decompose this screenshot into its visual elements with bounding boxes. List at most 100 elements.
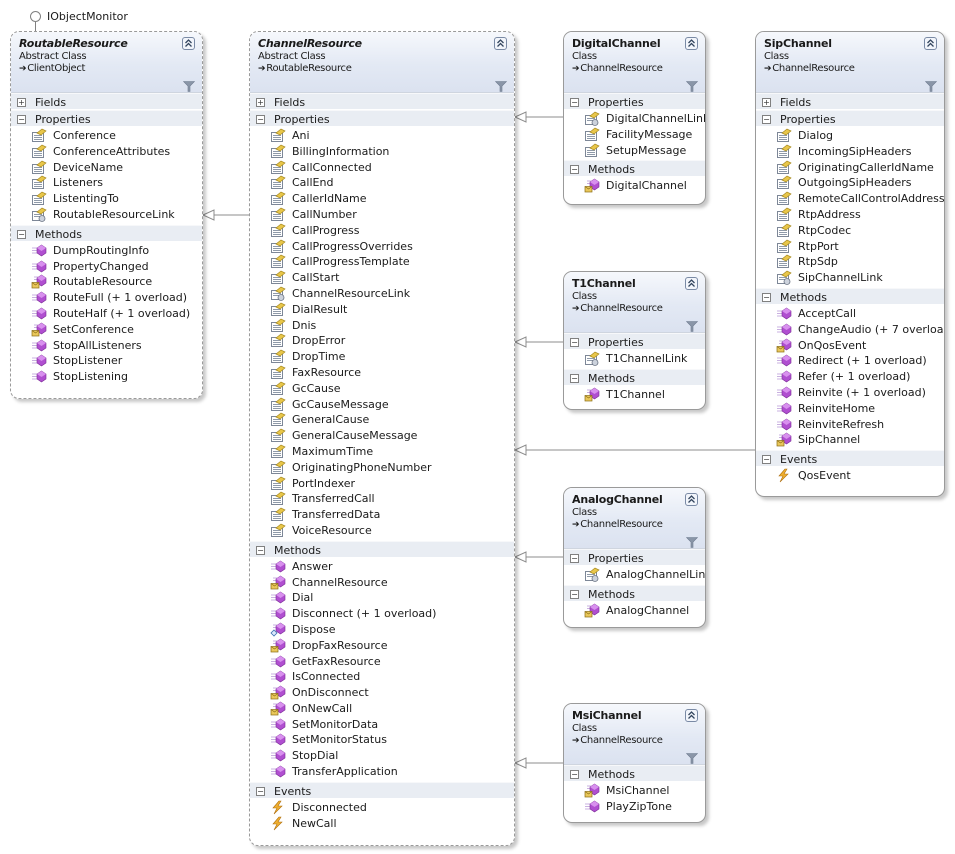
method-item[interactable]: SetConference [11,322,202,338]
propertie-item[interactable]: ConferenceAttributes [11,144,202,160]
method-item[interactable]: ChangeAudio (+ 7 overloa... [756,322,944,338]
propertie-item[interactable]: IncomingSipHeaders [756,144,944,160]
propertie-item[interactable]: ChannelResourceLink [250,286,514,302]
class-header[interactable]: T1Channel Class ➔ChannelResource [564,272,705,333]
method-item[interactable]: StopDial [250,748,514,764]
collapse-toggle-icon[interactable]: − [256,545,265,555]
collapse-class-button[interactable] [685,709,698,722]
propertie-item[interactable]: GeneralCauseMessage [250,428,514,444]
method-item[interactable]: PlayZipTone [564,799,705,815]
collapse-toggle-icon[interactable]: − [762,292,771,302]
propertie-item[interactable]: DropTime [250,349,514,365]
collapse-toggle-icon[interactable]: − [570,165,579,175]
collapse-toggle-icon[interactable]: − [17,229,26,239]
method-item[interactable]: DropFaxResource [250,638,514,654]
method-item[interactable]: AnalogChannel [564,603,705,619]
collapse-class-button[interactable] [924,37,937,50]
fields-section-header[interactable]: + Fields [250,93,514,110]
class-digital-channel[interactable]: DigitalChannel Class ➔ChannelResource − Prop… [563,31,706,205]
method-item[interactable]: T1Channel [564,387,705,403]
filter-icon[interactable] [685,749,699,764]
propertie-item[interactable]: RoutableResourceLink [11,207,202,223]
methods-section-header[interactable]: − Methods [564,765,705,782]
method-item[interactable]: ReinviteHome [756,401,944,417]
propertie-item[interactable]: OriginatingPhoneNumber [250,460,514,476]
filter-icon[interactable] [685,317,699,332]
method-item[interactable]: Dispose [250,622,514,638]
methods-section-header[interactable]: − Methods [564,368,705,386]
collapse-toggle-icon[interactable]: − [570,373,579,383]
collapse-toggle-icon[interactable]: − [17,115,26,124]
propertie-item[interactable]: Conference [11,128,202,144]
event-item[interactable]: QosEvent [756,468,944,484]
method-item[interactable]: Answer [250,559,514,575]
properties-section-header[interactable]: − Properties [564,93,705,110]
methods-section-header[interactable]: − Methods [564,160,705,178]
method-item[interactable]: SetMonitorStatus [250,732,514,748]
filter-icon[interactable] [685,77,699,92]
methods-section-header[interactable]: − Methods [564,584,705,602]
filter-icon[interactable] [685,533,699,548]
collapse-toggle-icon[interactable]: − [570,589,579,599]
method-item[interactable]: StopListening [11,369,202,385]
method-item[interactable]: Reinvite (+ 1 overload) [756,385,944,401]
methods-section-header[interactable]: − Methods [250,540,514,558]
properties-section-header[interactable]: − Properties [11,110,202,127]
collapse-toggle-icon[interactable]: − [570,770,579,779]
propertie-item[interactable]: CallProgress [250,223,514,239]
propertie-item[interactable]: SetupMessage [564,143,705,159]
propertie-item[interactable]: GeneralCause [250,412,514,428]
class-sip-channel[interactable]: SipChannel Class ➔ChannelResource + Fields − P… [755,31,945,497]
method-item[interactable]: TransferApplication [250,764,514,780]
fields-section-header[interactable]: + Fields [11,93,202,110]
collapse-class-button[interactable] [685,277,698,290]
event-item[interactable]: Disconnected [250,800,514,816]
properties-section-header[interactable]: − Properties [564,333,705,350]
method-item[interactable]: StopListener [11,353,202,369]
filter-icon[interactable] [494,77,508,92]
class-routable-resource[interactable]: RoutableResource Abstract Class ➔ClientObj… [10,31,203,399]
propertie-item[interactable]: FaxResource [250,365,514,381]
filter-icon[interactable] [182,77,196,92]
propertie-item[interactable]: DigitalChannelLink [564,111,705,127]
method-item[interactable]: RouteFull (+ 1 overload) [11,290,202,306]
class-channel-resource[interactable]: ChannelResource Abstract Class ➔RoutableRe… [249,31,515,846]
propertie-item[interactable]: GcCauseMessage [250,397,514,413]
propertie-item[interactable]: Listeners [11,175,202,191]
method-item[interactable]: RoutableResource [11,274,202,290]
method-item[interactable]: SipChannel [756,432,944,448]
methods-section-header[interactable]: − Methods [756,287,944,305]
propertie-item[interactable]: OutgoingSipHeaders [756,175,944,191]
method-item[interactable]: StopAllListeners [11,338,202,354]
method-item[interactable]: ReinviteRefresh [756,417,944,433]
class-header[interactable]: ChannelResource Abstract Class ➔RoutableRe… [250,32,514,93]
propertie-item[interactable]: DeviceName [11,160,202,176]
class-analog-channel[interactable]: AnalogChannel Class ➔ChannelResource − Prope… [563,487,706,628]
properties-section-header[interactable]: − Properties [250,110,514,127]
propertie-item[interactable]: RtpCodec [756,223,944,239]
methods-section-header[interactable]: − Methods [11,224,202,242]
method-item[interactable]: OnDisconnect [250,685,514,701]
class-t1-channel[interactable]: T1Channel Class ➔ChannelResource − Propertie… [563,271,706,410]
collapse-toggle-icon[interactable]: − [570,554,579,563]
method-item[interactable]: OnNewCall [250,701,514,717]
method-item[interactable]: Dial [250,590,514,606]
propertie-item[interactable]: AnalogChannelLink [564,567,705,583]
propertie-item[interactable]: SipChannelLink [756,270,944,286]
method-item[interactable]: DumpRoutingInfo [11,243,202,259]
class-header[interactable]: RoutableResource Abstract Class ➔ClientObj… [11,32,202,93]
method-item[interactable]: AcceptCall [756,306,944,322]
propertie-item[interactable]: Dnis [250,318,514,334]
propertie-item[interactable]: FacilityMessage [564,127,705,143]
propertie-item[interactable]: VoiceResource [250,523,514,539]
propertie-item[interactable]: CallNumber [250,207,514,223]
collapse-class-button[interactable] [494,37,507,50]
method-item[interactable]: ChannelResource [250,575,514,591]
propertie-item[interactable]: Dialog [756,128,944,144]
method-item[interactable]: Refer (+ 1 overload) [756,369,944,385]
propertie-item[interactable]: TransferredCall [250,491,514,507]
propertie-item[interactable]: CallConnected [250,160,514,176]
propertie-item[interactable]: Ani [250,128,514,144]
propertie-item[interactable]: RtpPort [756,239,944,255]
class-header[interactable]: SipChannel Class ➔ChannelResource [756,32,944,93]
